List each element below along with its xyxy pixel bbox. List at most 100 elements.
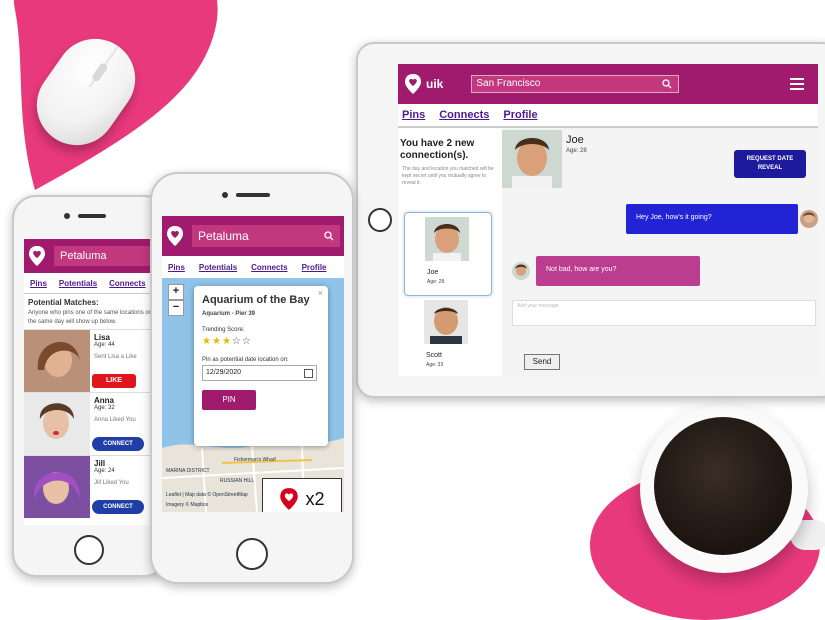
city-value: Petaluma [198, 229, 249, 243]
star-icon: ★ [221, 336, 232, 347]
star-icon: ★ [211, 336, 222, 347]
connection-card-joe[interactable]: Joe Age: 28 [404, 212, 492, 296]
match-age: Age: 32 [94, 405, 115, 411]
tab-potentials[interactable]: Potentials [199, 263, 237, 272]
match-row: Lisa Age: 44 Sent Lisa a Like LIKE [24, 329, 160, 392]
anna-photo [24, 393, 90, 455]
tablet-nav-tabs: Pins Connects Profile [398, 104, 818, 128]
joe-small-avatar [512, 262, 530, 280]
chat-panel: Joe Age: 28 REQUEST DATE REVEAL Hey Joe,… [502, 128, 818, 376]
hamburger-menu-icon[interactable] [790, 75, 804, 93]
trending-stars: ★★★☆☆ [202, 336, 320, 347]
connections-desc: The day and location you matched will be… [402, 166, 494, 186]
potential-matches-desc: Anyone who pins one of the same location… [28, 310, 153, 325]
match-status: Jill Liked You [94, 480, 129, 486]
date-label: Pin as potential date location on: [202, 357, 289, 363]
middle-phone-device: Petaluma Pins Potentials Connects Profil… [150, 172, 354, 584]
match-status: Sent Lisa a Like [94, 354, 137, 360]
hearts-count-badge: x2 [262, 478, 342, 512]
tablet-home-button[interactable] [368, 208, 392, 232]
connection-name: Scott [426, 352, 442, 359]
heart-pin-icon [280, 488, 299, 510]
earpiece-speaker [236, 193, 270, 197]
map-label-russian-hill: RUSSIAN HILL [220, 478, 255, 484]
match-status: Anna Liked You [94, 417, 136, 423]
middle-phone-home-button[interactable] [236, 538, 268, 570]
send-button[interactable]: Send [524, 354, 560, 370]
date-value: 12/29/2020 [206, 369, 242, 376]
potential-matches-title: Potential Matches: [28, 298, 99, 307]
connect-button[interactable]: CONNECT [92, 500, 144, 514]
tab-profile[interactable]: Profile [302, 263, 327, 272]
connection-name: Joe [427, 269, 439, 276]
location-title: Aquarium of the Bay [202, 294, 310, 306]
city-search-input[interactable]: Petaluma [192, 225, 340, 247]
search-icon[interactable] [662, 79, 672, 89]
sent-message: Hey Joe, how's it going? [626, 204, 798, 234]
earpiece-speaker [78, 214, 106, 218]
received-message: Not bad, how are you? [536, 256, 700, 286]
left-phone-home-button[interactable] [74, 535, 104, 565]
tablet-screen: uik San Francisco Pins Connects Profile … [398, 64, 818, 376]
pin-button[interactable]: PIN [202, 390, 256, 410]
match-row: Anna Age: 32 Anna Liked You CONNECT [24, 392, 160, 455]
calendar-icon[interactable] [304, 369, 313, 378]
tab-pins[interactable]: Pins [402, 109, 425, 121]
quik-pin-icon [28, 245, 46, 267]
chat-partner-photo [502, 130, 562, 188]
tab-connects[interactable]: Connects [109, 279, 145, 288]
left-phone-screen: Petaluma Pins Potentials Connects Potent… [24, 239, 160, 525]
coffee-cup [640, 405, 808, 573]
tab-pins[interactable]: Pins [30, 279, 47, 288]
tab-connects[interactable]: Connects [439, 109, 489, 121]
location-popup: × Aquarium of the Bay Aquarium - Pier 39… [194, 286, 328, 446]
star-outline-icon: ☆ [231, 336, 242, 347]
zoom-out-button[interactable]: − [168, 300, 184, 316]
city-search-input[interactable]: San Francisco [471, 75, 680, 93]
tab-potentials[interactable]: Potentials [59, 279, 97, 288]
lisa-photo [24, 330, 90, 392]
hearts-count: x2 [305, 488, 325, 509]
tab-pins[interactable]: Pins [168, 263, 185, 272]
search-icon[interactable] [324, 231, 334, 241]
middle-phone-screen: Petaluma Pins Potentials Connects Profil… [162, 216, 344, 512]
match-age: Age: 44 [94, 342, 115, 348]
match-name: Anna [94, 396, 114, 405]
chat-partner-name: Joe [566, 134, 584, 146]
request-date-reveal-button[interactable]: REQUEST DATE REVEAL [734, 150, 806, 178]
tablet-device: uik San Francisco Pins Connects Profile … [356, 42, 825, 398]
tab-profile[interactable]: Profile [503, 109, 537, 121]
front-camera [64, 213, 70, 219]
middle-phone-header: Petaluma [162, 216, 344, 256]
scott-avatar [424, 300, 468, 344]
zoom-in-button[interactable]: + [168, 284, 184, 300]
connection-card-scott[interactable]: Scott Age: 33 [404, 296, 490, 376]
left-phone-nav-tabs: Pins Potentials Connects [24, 273, 160, 294]
match-name: Lisa [94, 333, 111, 342]
quik-pin-icon [166, 225, 184, 247]
user-avatar [800, 210, 818, 228]
connections-pane: You have 2 new connection(s). The day an… [398, 128, 502, 376]
star-icon: ★ [202, 336, 212, 347]
map-attribution[interactable]: Leaflet | Map data © OpenStreetMap [166, 492, 248, 498]
front-camera [222, 192, 228, 198]
city-search-input[interactable]: Petaluma [54, 246, 160, 266]
match-name: Jill [94, 459, 106, 468]
connect-button[interactable]: CONNECT [92, 437, 144, 451]
jill-photo [24, 456, 90, 518]
match-age: Age: 24 [94, 468, 115, 474]
location-subtitle: Aquarium - Pier 39 [202, 311, 256, 317]
message-input[interactable]: Add your message [512, 300, 816, 326]
quik-logo-icon [404, 73, 422, 95]
connections-title: You have 2 new connection(s). [400, 138, 475, 161]
tablet-header: uik San Francisco [398, 64, 818, 104]
map-label-wharf: Fisherman's Wharf [234, 457, 276, 463]
tab-connects[interactable]: Connects [251, 263, 287, 272]
like-button[interactable]: LIKE [92, 374, 136, 388]
left-phone-device: Petaluma Pins Potentials Connects Potent… [12, 195, 168, 577]
map-imagery-credit[interactable]: Imagery © Mapbox [166, 502, 208, 508]
close-icon[interactable]: × [318, 288, 323, 298]
match-row: Jill Age: 24 Jill Liked You CONNECT [24, 455, 160, 518]
date-input[interactable]: 12/29/2020 [202, 365, 317, 381]
logo-text: uik [426, 77, 444, 91]
